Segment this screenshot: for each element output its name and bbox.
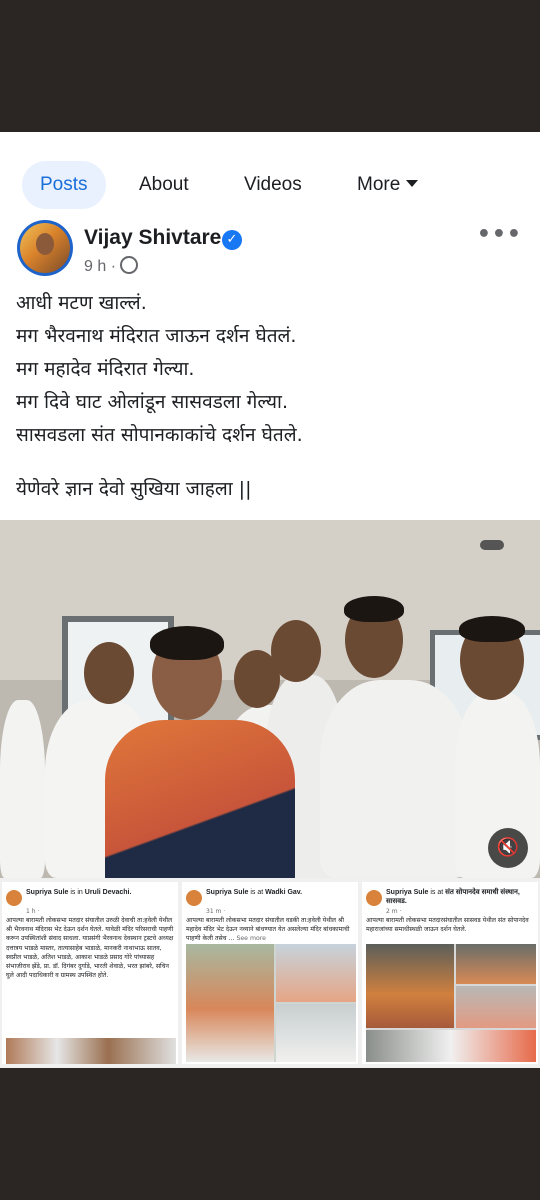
screenshot-time: 1 h · <box>26 908 40 915</box>
separator: · <box>110 258 117 275</box>
screenshot-post: Supriya Sule is at संत सोपानदेव समाधी सं… <box>362 882 538 1064</box>
post-card: Posts About Videos More Vijay Shivtare ✓… <box>0 132 540 1068</box>
photo-tile <box>366 1030 536 1062</box>
screenshot-photo <box>186 944 356 1062</box>
screenshot-body-text: आपल्या बारामती लोकसभा मतदार संघातील वडकी… <box>186 917 350 943</box>
top-frame <box>0 0 540 132</box>
screenshot-author: Supriya Sule is in Uruli Devachi. <box>26 888 178 897</box>
person-head <box>84 642 134 704</box>
person <box>320 680 470 878</box>
screenshot-photo <box>6 1038 176 1064</box>
woman-saree <box>105 720 295 878</box>
screenshot-body: आपल्या बारामती लोकसभा मतदारसंघातील सासवड… <box>366 917 529 934</box>
screenshot-author: Supriya Sule is at संत सोपानदेव समाधी सं… <box>386 888 538 906</box>
post-video[interactable]: 🔇 <box>0 520 540 878</box>
person-head <box>271 620 321 682</box>
photo-tile <box>276 1004 356 1062</box>
screenshot-status: is at <box>430 889 446 896</box>
post-line: आधी मटण खाल्लं. <box>16 292 147 314</box>
post-meta: 9 h · <box>84 256 139 276</box>
screenshot-photo <box>366 944 536 1062</box>
screenshot-time: 2 m · <box>386 908 402 915</box>
screenshot-author: Supriya Sule is at Wadki Gav. <box>206 888 358 897</box>
post-closing-line: येणेवरे ज्ञान देवो सुखिया जाहला || <box>16 478 252 500</box>
photo-tile <box>456 944 536 984</box>
bottom-frame <box>0 1068 540 1200</box>
person-hair <box>459 616 525 642</box>
chevron-down-icon <box>406 180 419 187</box>
author-name[interactable]: Vijay Shivtare <box>84 226 221 250</box>
post-text: आधी मटण खाल्लं. मग भैरवनाथ मंदिरात जाऊन … <box>16 287 526 506</box>
verified-badge-icon: ✓ <box>222 230 242 250</box>
tab-videos[interactable]: Videos <box>244 161 302 209</box>
post-line: मग दिवे घाट ओलांडून सासवडला गेल्या. <box>16 391 289 413</box>
screenshot-place: Wadki Gav. <box>265 889 303 896</box>
tab-posts[interactable]: Posts <box>22 161 106 209</box>
screenshot-status: is at <box>250 889 266 896</box>
woman-hair <box>150 626 224 660</box>
tab-more-label: More <box>357 174 401 195</box>
screenshot-author-name: Supriya Sule <box>206 889 249 896</box>
screenshot-post: Supriya Sule is in Uruli Devachi. 1 h · … <box>2 882 178 1064</box>
screenshot-status: is in <box>70 889 85 896</box>
screenshot-time: 31 m · <box>206 908 226 915</box>
avatar-face <box>36 233 54 255</box>
photo-tile <box>366 944 454 1028</box>
embedded-screenshots: Supriya Sule is in Uruli Devachi. 1 h · … <box>0 878 540 1068</box>
post-line: मग भैरवनाथ मंदिरात जाऊन दर्शन घेतलं. <box>16 325 297 347</box>
screenshot-place: Uruli Devachi. <box>84 889 132 896</box>
screenshot-author-name: Supriya Sule <box>386 889 429 896</box>
tab-about[interactable]: About <box>139 161 189 209</box>
screenshot-body: आपल्या बारामती लोकसभा मतदार संघातील उरुळ… <box>6 917 174 980</box>
tab-more[interactable]: More <box>357 161 419 209</box>
photo-tile <box>276 944 356 1002</box>
avatar <box>6 890 22 906</box>
screenshot-author-name: Supriya Sule <box>26 889 69 896</box>
more-options-icon[interactable]: ••• <box>477 222 522 247</box>
avatar <box>366 890 382 906</box>
person <box>0 700 45 878</box>
ceiling-fan <box>480 540 504 550</box>
profile-tabs: Posts About Videos More <box>0 158 540 214</box>
photo-tile <box>186 944 274 1062</box>
post-time[interactable]: 9 h <box>84 258 106 275</box>
photo-tile <box>456 986 536 1028</box>
globe-icon <box>120 256 139 274</box>
avatar-image <box>20 223 70 273</box>
screenshot-body: आपल्या बारामती लोकसभा मतदार संघातील वडकी… <box>186 916 356 944</box>
post-line: मग महादेव मंदिरात गेल्या. <box>16 358 195 380</box>
author-avatar[interactable] <box>17 220 73 276</box>
screenshot-post: Supriya Sule is at Wadki Gav. 31 m · आपल… <box>182 882 358 1064</box>
post-line: सासवडला संत सोपानकाकांचे दर्शन घेतले. <box>16 424 303 446</box>
avatar <box>186 890 202 906</box>
speaker-muted-icon[interactable]: 🔇 <box>488 828 528 868</box>
see-more-link[interactable]: See more <box>236 935 266 942</box>
person-hair <box>344 596 404 622</box>
